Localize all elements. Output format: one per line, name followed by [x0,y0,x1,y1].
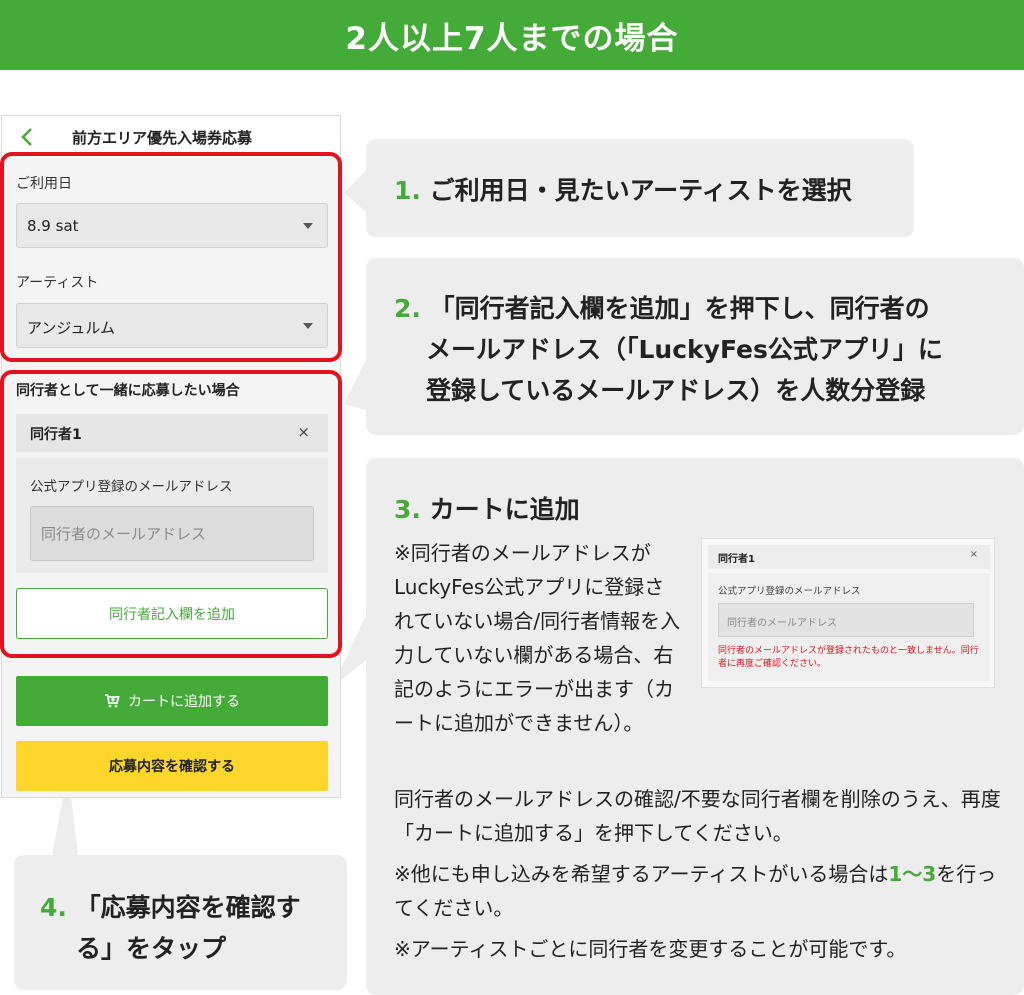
highlight-box-step1 [0,152,342,362]
preview-companion-body: 公式アプリ登録のメールアドレス 同行者のメールアドレス 同行者のメールアドレスが… [708,573,990,681]
step1-label: ご利用日・見たいアーティストを選択 [429,176,852,205]
preview-companion-header: 同行者1 × [708,545,990,569]
step4-text: 4. 「応募内容を確認す る」をタップ [40,887,340,969]
step3-number: 3. [394,495,421,524]
step2-line1: 「同行者記入欄を追加」を押下し、同行者の [429,294,930,323]
preview-error-message: 同行者のメールアドレスが登録されたものと一致しません。同行者に再度ご確認ください… [718,646,979,669]
step1-text: 1. ご利用日・見たいアーティストを選択 [394,171,852,207]
step3-instruction: 同行者のメールアドレスの確認/不要な同行者欄を削除のうえ、再度「カートに追加する… [394,787,1001,845]
callout-step3: 3. カートに追加 ※同行者のメールアドレスがLuckyFes公式アプリに登録さ… [366,458,1024,995]
step1-number: 1. [394,176,421,205]
step3-error-note: ※同行者のメールアドレスがLuckyFes公式アプリに登録されていない場合/同行… [394,541,681,735]
repeat-note-a: ※他にも申し込みを希望するアーティストがいる場合は [394,862,889,886]
repeat-note-range: 1〜3 [888,862,937,886]
step3-title: 3. カートに追加 [394,490,580,526]
preview-companion-label: 同行者1 [718,554,755,565]
preview-email-label: 公式アプリ登録のメールアドレス [718,586,861,597]
step3-change-note: ※アーティストごとに同行者を変更することが可能です。 [394,937,907,961]
page-banner: 2人以上7人までの場合 [0,0,1024,70]
cart-button-label: カートに追加する [128,694,240,710]
preview-close-icon: × [969,549,978,560]
step4-line2: る」をタップ [76,934,227,963]
preview-email-input: 同行者のメールアドレス [718,603,974,637]
step2-text: 2. 「同行者記入欄を追加」を押下し、同行者の メールアドレス（「LuckyFe… [394,288,1014,411]
banner-title: 2人以上7人までの場合 [345,20,679,57]
highlight-box-step2 [0,370,342,658]
callout-step4: 4. 「応募内容を確認す る」をタップ [14,855,347,990]
back-chevron-icon[interactable] [20,127,34,147]
page-title: 前方エリア優先入場券応募 [72,129,253,147]
error-preview: 同行者1 × 公式アプリ登録のメールアドレス 同行者のメールアドレス 同行者のメ… [701,538,995,688]
step4-number: 4. [40,893,67,922]
step4-line1: 「応募内容を確認す [75,893,301,922]
callout-step1: 1. ご利用日・見たいアーティストを選択 [366,139,914,237]
confirm-application-button[interactable]: 応募内容を確認する [16,741,328,791]
callout-step2: 2. 「同行者記入欄を追加」を押下し、同行者の メールアドレス（「LuckyFe… [366,258,1024,435]
step2-line2: メールアドレス（「LuckyFes公式アプリ」に [426,335,943,364]
cart-icon [105,694,120,708]
add-to-cart-button[interactable]: カートに追加する [16,676,328,726]
step2-line3: 登録しているメールアドレス）を人数分登録 [426,376,926,405]
step3-label: カートに追加 [429,495,580,524]
preview-email-placeholder: 同行者のメールアドレス [727,618,837,629]
step2-number: 2. [394,294,421,323]
step3-repeat-note: ※他にも申し込みを希望するアーティストがいる場合は1〜3を行ってください。 [394,857,1004,925]
